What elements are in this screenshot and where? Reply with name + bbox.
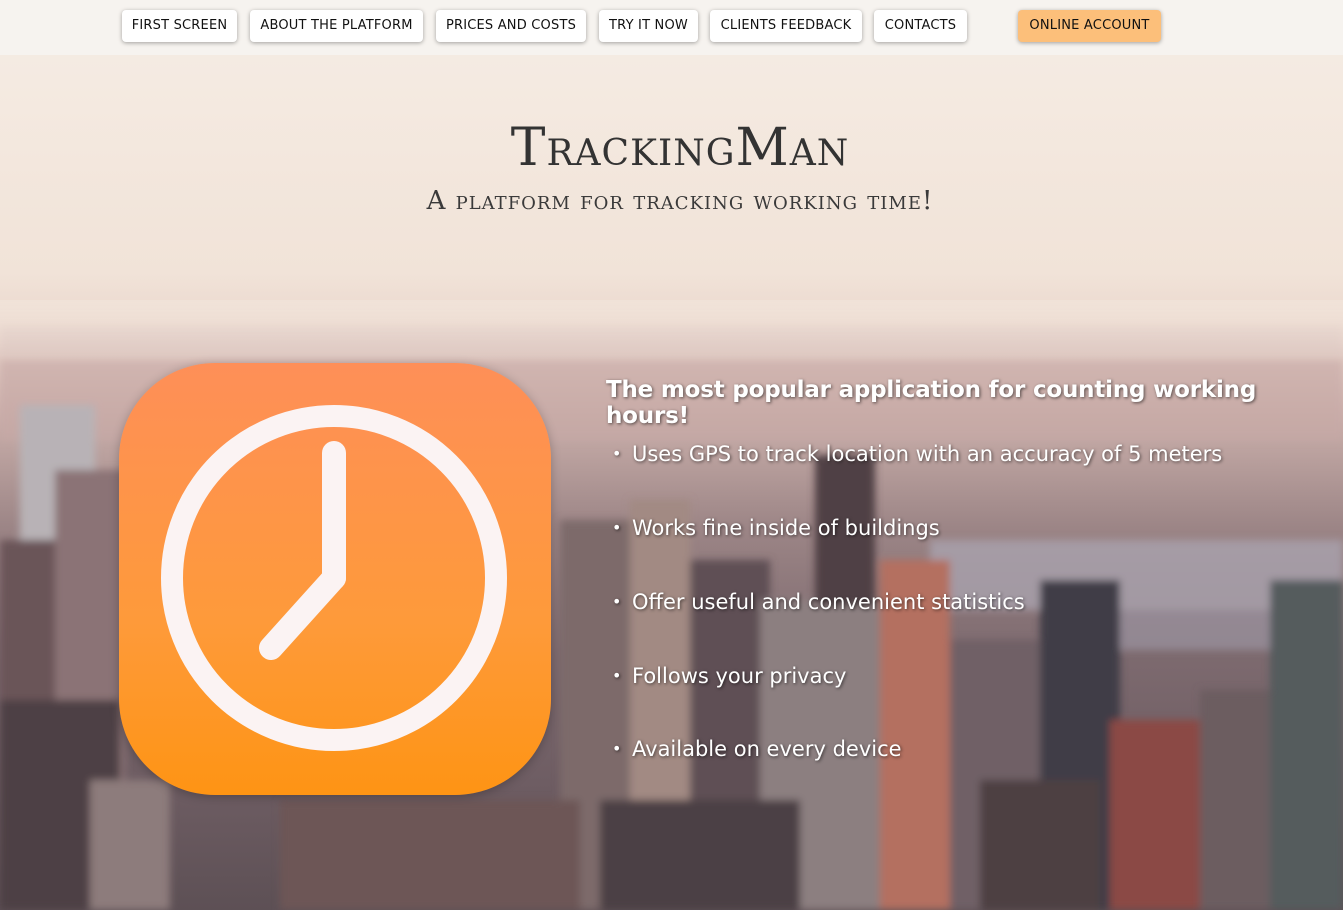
app-icon: [119, 363, 551, 795]
feature-item: • Follows your privacy: [612, 664, 847, 688]
nav-clients-feedback-button[interactable]: CLIENTS FEEDBACK: [710, 10, 862, 42]
top-navigation-bar: FIRST SCREEN ABOUT THE PLATFORM PRICES A…: [0, 0, 1343, 55]
clock-icon: [161, 405, 507, 751]
nav-try-it-now-button[interactable]: TRY IT NOW: [599, 10, 698, 42]
bullet-icon: •: [612, 739, 622, 758]
feature-item: • Works fine inside of buildings: [612, 516, 940, 540]
bullet-icon: •: [612, 444, 622, 463]
nav-contacts-button[interactable]: CONTACTS: [874, 10, 967, 42]
bullet-icon: •: [612, 666, 622, 685]
feature-item: • Available on every device: [612, 737, 902, 761]
nav-first-screen-button[interactable]: FIRST SCREEN: [122, 10, 237, 42]
nav-about-platform-button[interactable]: ABOUT THE PLATFORM: [250, 10, 423, 42]
online-account-button[interactable]: ONLINE ACCOUNT: [1018, 10, 1161, 42]
site-subtitle: A platform for tracking working time!: [426, 186, 934, 216]
feature-item: • Offer useful and convenient statistics: [612, 590, 1025, 614]
nav-prices-costs-button[interactable]: PRICES AND COSTS: [436, 10, 586, 42]
feature-item: • Uses GPS to track location with an accu…: [612, 442, 1223, 466]
features-headline: The most popular application for countin…: [606, 377, 1257, 429]
site-title: TrackingMan: [510, 118, 850, 178]
bullet-icon: •: [612, 518, 622, 537]
bullet-icon: •: [612, 592, 622, 611]
